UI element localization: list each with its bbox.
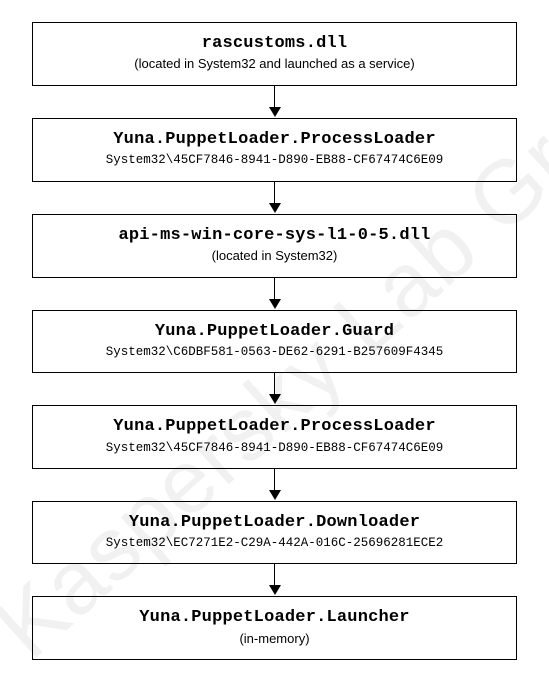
node-title: Yuna.PuppetLoader.Downloader xyxy=(41,512,508,533)
node-title: Yuna.PuppetLoader.Guard xyxy=(41,321,508,342)
flow-node: rascustoms.dll (located in System32 and … xyxy=(32,22,517,86)
node-subtitle: System32\C6DBF581-0563-DE62-6291-B257609… xyxy=(41,344,508,360)
node-subtitle: System32\45CF7846-8941-D890-EB88-CF67474… xyxy=(41,152,508,168)
arrow-down-icon xyxy=(269,182,281,214)
node-title: api-ms-win-core-sys-l1-0-5.dll xyxy=(41,225,508,246)
flow-diagram: rascustoms.dll (located in System32 and … xyxy=(0,0,549,680)
flow-node: Yuna.PuppetLoader.ProcessLoader System32… xyxy=(32,118,517,182)
arrow-down-icon xyxy=(269,564,281,596)
node-title: Yuna.PuppetLoader.ProcessLoader xyxy=(41,129,508,150)
node-subtitle: (located in System32) xyxy=(41,248,508,265)
node-subtitle: (in-memory) xyxy=(41,631,508,648)
node-title: rascustoms.dll xyxy=(41,33,508,54)
flow-node: api-ms-win-core-sys-l1-0-5.dll (located … xyxy=(32,214,517,278)
node-subtitle: System32\45CF7846-8941-D890-EB88-CF67474… xyxy=(41,440,508,456)
arrow-down-icon xyxy=(269,373,281,405)
node-title: Yuna.PuppetLoader.Launcher xyxy=(41,607,508,628)
flow-node: Yuna.PuppetLoader.Guard System32\C6DBF58… xyxy=(32,310,517,374)
node-subtitle: (located in System32 and launched as a s… xyxy=(41,56,508,73)
flow-node: Yuna.PuppetLoader.Downloader System32\EC… xyxy=(32,501,517,565)
flow-node: Yuna.PuppetLoader.ProcessLoader System32… xyxy=(32,405,517,469)
node-title: Yuna.PuppetLoader.ProcessLoader xyxy=(41,416,508,437)
arrow-down-icon xyxy=(269,86,281,118)
arrow-down-icon xyxy=(269,469,281,501)
arrow-down-icon xyxy=(269,278,281,310)
node-subtitle: System32\EC7271E2-C29A-442A-016C-2569628… xyxy=(41,535,508,551)
flow-node: Yuna.PuppetLoader.Launcher (in-memory) xyxy=(32,596,517,660)
